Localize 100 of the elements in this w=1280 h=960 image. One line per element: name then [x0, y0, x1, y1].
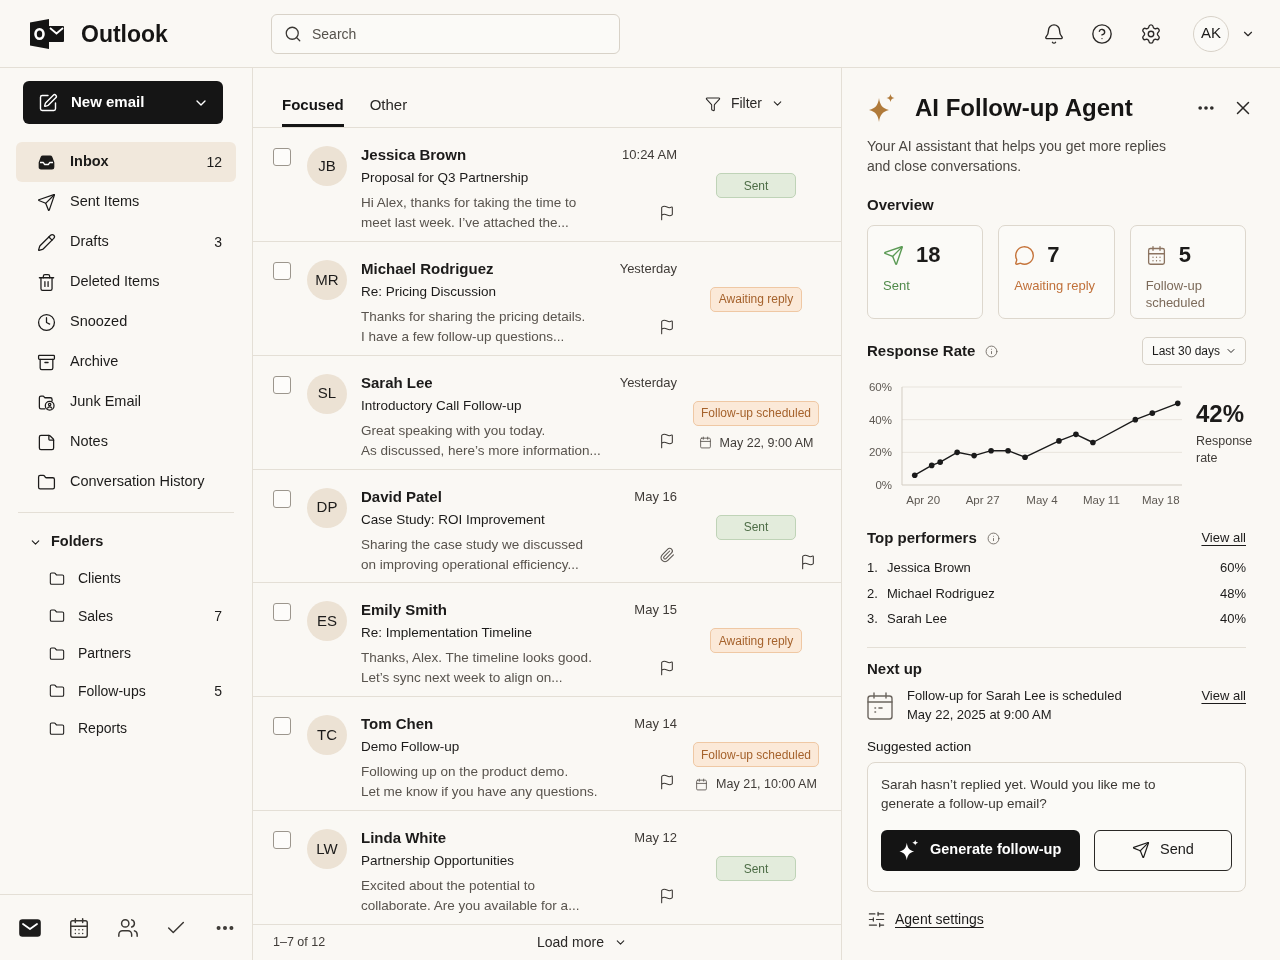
panel-description: Your AI assistant that helps you get more replies and close conversations. — [867, 137, 1168, 176]
folder-nav-item[interactable]: Conversation History — [16, 462, 236, 502]
status-badge: Sent — [716, 856, 796, 882]
message-subject: Re: Pricing Discussion — [361, 282, 498, 301]
contact-avatar: SL — [307, 373, 347, 414]
new-email-button[interactable]: New email — [23, 81, 223, 124]
data-point — [937, 459, 943, 465]
user-avatar[interactable]: AK — [1193, 15, 1229, 52]
info-icon — [986, 531, 1000, 545]
performer-rate: 60% — [1219, 559, 1246, 577]
data-point — [1073, 431, 1079, 438]
performer-name: Sarah Lee — [887, 610, 947, 628]
item-count: 7 — [214, 606, 222, 626]
people-icon[interactable] — [116, 916, 139, 939]
next-up-time: May 22, 2025 at 9:00 AM — [907, 705, 1053, 724]
data-point — [1149, 410, 1156, 416]
message-time: May 16 — [634, 487, 677, 506]
flag-icon[interactable] — [659, 660, 675, 677]
data-point — [928, 462, 935, 469]
app-name: Outlook — [81, 19, 168, 49]
status-badge: Awaiting reply — [709, 628, 803, 654]
view-all-link[interactable]: View all — [1201, 528, 1246, 548]
message-time: May 14 — [634, 715, 677, 734]
folder-nav-item[interactable]: Snoozed — [16, 302, 236, 342]
status-badge: Sent — [716, 514, 796, 540]
axis-label: May 11 — [1082, 494, 1120, 506]
filter-button[interactable]: Filter — [704, 93, 784, 114]
flag-icon[interactable] — [659, 318, 675, 335]
performer-name: Michael Rodriguez — [887, 584, 995, 603]
view-all-link[interactable]: View all — [1201, 685, 1246, 705]
stat-value: 7 — [1047, 244, 1060, 266]
message-checkbox[interactable] — [273, 261, 291, 280]
folder-nav-item[interactable]: Inbox 12 — [16, 142, 236, 182]
data-point — [971, 452, 977, 459]
mail-icon[interactable] — [19, 916, 41, 939]
data-point — [1090, 439, 1096, 446]
search-field[interactable]: Search — [271, 13, 620, 54]
funnel-icon — [704, 95, 721, 112]
settings-icon[interactable] — [1140, 22, 1162, 45]
generate-follow-up-button[interactable]: Generate follow-up — [881, 829, 1080, 871]
message-preview: Thanks, Alex. The timeline looks good. Let’s sync next week to align on... — [361, 649, 592, 688]
contact-avatar: ES — [307, 601, 347, 642]
period-dropdown[interactable]: Last 30 days — [1142, 337, 1246, 365]
section-title: Top performers — [867, 528, 977, 548]
folder-nav-item[interactable]: Notes — [16, 422, 236, 462]
flag-icon[interactable] — [659, 888, 675, 905]
message-checkbox[interactable] — [273, 375, 291, 394]
flag-icon[interactable] — [659, 432, 675, 449]
message-preview: Excited about the potential to collaborate. Are you available for a... — [361, 877, 580, 916]
data-point — [954, 449, 960, 456]
sparkle-icon — [898, 839, 920, 861]
stat-label: Follow-up scheduled — [1145, 277, 1206, 311]
folder-item[interactable]: Follow-ups 5 — [16, 672, 236, 710]
axis-label: 0% — [875, 479, 892, 491]
calendar-icon[interactable] — [67, 916, 90, 939]
folder-nav-item[interactable]: Sent Items — [16, 182, 236, 222]
message-time: 10:24 AM — [622, 146, 677, 164]
rank-number: 1. — [867, 559, 879, 577]
message-checkbox[interactable] — [273, 489, 291, 508]
folder-item[interactable]: Reports — [16, 710, 236, 748]
data-point — [1022, 454, 1028, 461]
mailbox-tab[interactable]: Focused — [282, 95, 344, 127]
stat-label: Awaiting reply — [1014, 277, 1097, 294]
compose-icon — [38, 92, 58, 113]
calendar-icon — [698, 436, 712, 450]
calendar-icon — [695, 777, 709, 791]
flag-icon[interactable] — [659, 774, 675, 791]
data-point — [1174, 400, 1181, 407]
folder-nav-item[interactable]: Archive — [16, 342, 236, 382]
flag-icon[interactable] — [659, 205, 675, 221]
folder-item[interactable]: Clients — [16, 560, 236, 598]
folder-nav-item[interactable]: Deleted Items — [16, 262, 236, 302]
folder-icon — [49, 645, 65, 662]
load-more-button[interactable]: Load more — [537, 932, 627, 953]
flag-icon[interactable] — [800, 553, 816, 570]
folder-nav-item[interactable]: Drafts 3 — [16, 222, 236, 262]
folders-toggle[interactable]: Folders — [16, 524, 236, 560]
help-icon[interactable] — [1091, 22, 1113, 45]
folder-item[interactable]: Sales 7 — [16, 597, 236, 635]
section-title: Suggested action — [867, 737, 973, 756]
message-checkbox[interactable] — [273, 831, 291, 850]
sender-name: Sarah Lee — [361, 372, 433, 393]
message-preview: Great speaking with you today. As discussed, here’s more information... — [361, 421, 601, 460]
send-button[interactable]: Send — [1094, 829, 1232, 871]
contact-avatar: DP — [307, 487, 347, 528]
performer-name: Jessica Brown — [887, 559, 971, 577]
folder-nav-item[interactable]: Junk Email — [16, 382, 236, 422]
section-title: Next up — [867, 658, 923, 679]
message-checkbox[interactable] — [273, 717, 291, 736]
folder-item[interactable]: Partners — [16, 635, 236, 673]
agent-settings-link[interactable]: Agent settings — [895, 909, 984, 930]
section-title: Overview — [867, 195, 935, 215]
message-checkbox[interactable] — [273, 148, 291, 166]
notification-bell-icon[interactable] — [1043, 22, 1065, 45]
pencil-icon — [37, 232, 56, 252]
mailbox-tab[interactable]: Other — [369, 95, 408, 127]
contact-avatar: MR — [307, 259, 347, 300]
message-checkbox[interactable] — [273, 603, 291, 622]
contact-avatar: LW — [307, 829, 347, 870]
status-badge: Sent — [716, 173, 796, 198]
